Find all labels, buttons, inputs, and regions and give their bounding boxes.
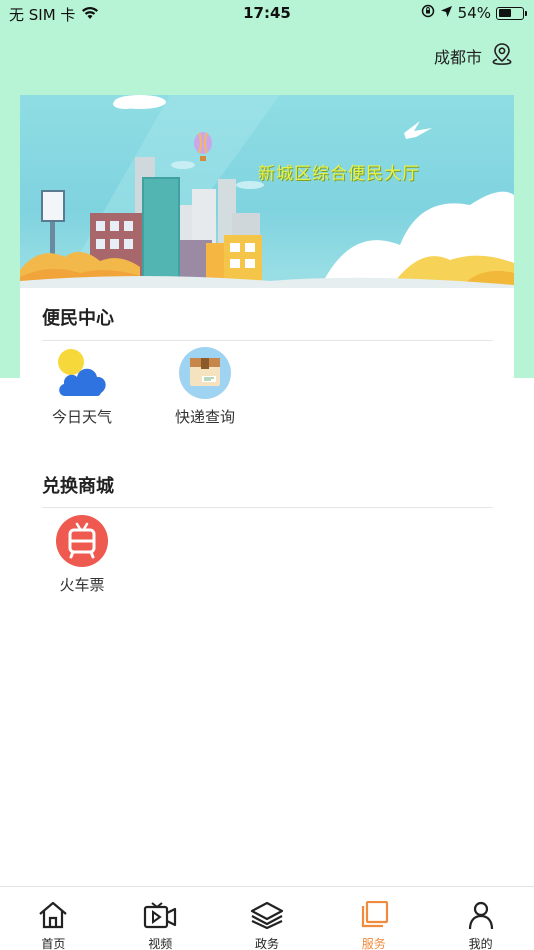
battery-icon <box>496 6 527 20</box>
section-title-convenience: 便民中心 <box>42 308 114 329</box>
battery-level <box>498 9 511 17</box>
divider <box>42 340 493 341</box>
battery-percent: 54% <box>457 4 491 22</box>
tab-label: 首页 <box>41 937 66 950</box>
grid-item-weather[interactable]: 今日天气 <box>32 346 132 427</box>
tab-home[interactable]: 首页 <box>0 887 107 950</box>
user-icon <box>467 901 495 933</box>
train-icon <box>55 514 109 568</box>
weather-cloud-icon <box>55 346 109 400</box>
video-icon <box>143 901 177 933</box>
section-title-exchange: 兑换商城 <box>42 476 114 497</box>
tab-video[interactable]: 视频 <box>107 887 214 950</box>
city-label: 成都市 <box>433 48 482 67</box>
tab-government[interactable]: 政务 <box>214 887 321 950</box>
package-icon <box>178 346 232 400</box>
home-icon <box>37 901 69 933</box>
tab-bar: 首页 视频 政务 服务 我的 <box>0 886 534 950</box>
status-bar: 无 SIM 卡 17:45 54% <box>0 0 534 28</box>
status-right: 54% <box>421 4 527 22</box>
location-arrow-icon <box>440 4 453 22</box>
grid-item-label: 火车票 <box>59 576 105 594</box>
banner[interactable]: 新城区综合便民大厅 <box>20 95 514 288</box>
banner-title: 新城区综合便民大厅 <box>258 164 420 184</box>
banner-illustration <box>20 95 514 288</box>
location-selector[interactable]: 成都市 <box>434 42 514 70</box>
tab-label: 政务 <box>254 937 279 950</box>
grid-item-express[interactable]: 快递查询 <box>155 346 255 427</box>
tab-label: 我的 <box>468 937 493 950</box>
tab-label: 视频 <box>148 937 173 950</box>
divider <box>42 507 493 508</box>
layers-icon <box>250 901 284 933</box>
orientation-lock-icon <box>421 4 435 22</box>
grid-item-label: 今日天气 <box>51 408 112 426</box>
tab-mine[interactable]: 我的 <box>427 887 534 950</box>
grid-item-label: 快递查询 <box>174 408 235 426</box>
service-icon <box>358 900 390 933</box>
tab-service[interactable]: 服务 <box>320 887 427 950</box>
grid-item-train-ticket[interactable]: 火车票 <box>32 514 132 595</box>
tab-label: 服务 <box>361 937 386 950</box>
location-pin-icon <box>490 42 514 70</box>
